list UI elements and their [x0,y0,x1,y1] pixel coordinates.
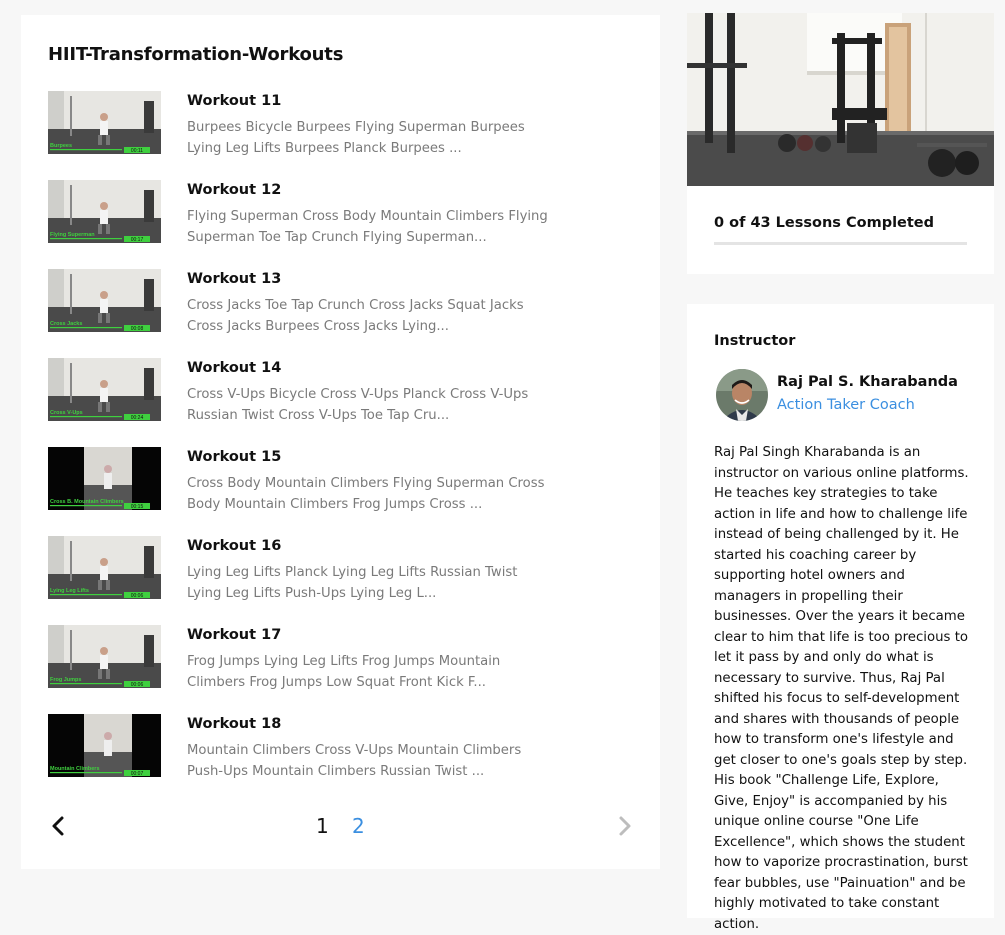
lesson-description: Cross Body Mountain Climbers Flying Supe… [187,476,545,512]
pagination-prev-button[interactable] [48,815,68,837]
pagination-next-button[interactable] [615,815,635,837]
chevron-left-icon [52,816,64,836]
thumbnail-label: Cross V-Ups [50,410,83,416]
thumbnail-duration: 00:06 [131,593,144,599]
thumbnail-duration: 00:08 [131,326,144,332]
lesson-title[interactable]: Workout 16 [187,538,281,554]
lesson-thumbnail[interactable]: Flying Superman 00:17 [48,180,161,243]
lesson-item[interactable]: Cross Jacks 00:08 Workout 13 Cross Jacks To… [48,269,628,358]
lesson-item[interactable]: Burpees 00:11 Workout 11 Burpees Bicycle Bu… [48,91,628,180]
course-title: HIIT-Transformation-Workouts [48,44,344,65]
instructor-name: Raj Pal S. Kharabanda [777,374,958,390]
lesson-description: Cross V-Ups Bicycle Cross V-Ups Planck C… [187,387,529,423]
instructor-avatar [716,369,768,421]
lesson-description: Cross Jacks Toe Tap Crunch Cross Jacks S… [187,298,524,334]
lesson-item[interactable]: Frog Jumps 00:06 Workout 17 Frog Jumps Lyin… [48,625,628,714]
lesson-title[interactable]: Workout 15 [187,449,281,465]
lesson-item[interactable]: Mountain Climbers 00:07 Workout 18 Mountain… [48,714,628,803]
lessons-card: HIIT-Transformation-Workouts Burpees 00:1… [21,15,660,869]
pagination-page-2[interactable]: 2 [352,814,365,838]
lesson-item[interactable]: Flying Superman 00:17 Workout 12 Flying Sup… [48,180,628,269]
instructor-heading: Instructor [714,333,796,349]
thumbnail-duration: 00:17 [131,237,144,243]
lesson-item[interactable]: Cross B. Mountain Climbers 00:15 Workout 1… [48,447,628,536]
lesson-thumbnail[interactable]: Frog Jumps 00:06 [48,625,161,688]
lesson-title[interactable]: Workout 18 [187,716,281,732]
chevron-right-icon [619,816,631,836]
progress-text: 0 of 43 Lessons Completed [714,215,935,231]
lesson-description: Mountain Climbers Cross V-Ups Mountain C… [187,743,522,779]
thumbnail-duration: 00:11 [131,148,143,154]
lesson-thumbnail[interactable]: Mountain Climbers 00:07 [48,714,161,777]
lesson-title[interactable]: Workout 17 [187,627,281,643]
thumbnail-label: Lying Leg Lifts [50,588,89,594]
thumbnail-label: Burpees [50,143,72,149]
lesson-thumbnail[interactable]: Lying Leg Lifts 00:06 [48,536,161,599]
thumbnail-label: Frog Jumps [50,677,81,683]
lesson-thumbnail[interactable]: Burpees 00:11 [48,91,161,154]
progress-card: 0 of 43 Lessons Completed [687,13,994,274]
lesson-description: Burpees Bicycle Burpees Flying Superman … [187,120,525,156]
thumbnail-duration: 00:06 [131,682,144,688]
thumbnail-label: Cross Jacks [50,321,82,327]
course-cover-image [687,13,994,186]
lesson-description: Frog Jumps Lying Leg Lifts Frog Jumps Mo… [187,654,501,690]
thumbnail-duration: 00:15 [131,504,144,510]
lesson-thumbnail[interactable]: Cross B. Mountain Climbers 00:15 [48,447,161,510]
lesson-title[interactable]: Workout 14 [187,360,281,376]
pagination-page-1[interactable]: 1 [316,814,329,838]
thumbnail-label: Cross B. Mountain Climbers [50,499,124,505]
thumbnail-duration: 00:24 [131,415,144,421]
lesson-description: Lying Leg Lifts Planck Lying Leg Lifts R… [187,565,518,601]
lesson-title[interactable]: Workout 12 [187,182,281,198]
lesson-thumbnail[interactable]: Cross V-Ups 00:24 [48,358,161,421]
lesson-thumbnail[interactable]: Cross Jacks 00:08 [48,269,161,332]
lesson-description: Flying Superman Cross Body Mountain Clim… [187,209,548,245]
thumbnail-label: Flying Superman [50,232,95,238]
instructor-bio: Raj Pal Singh Kharabanda is an instructo… [714,445,969,932]
thumbnail-label: Mountain Climbers [50,766,100,772]
lesson-title[interactable]: Workout 13 [187,271,281,287]
lesson-title[interactable]: Workout 11 [187,93,281,109]
progress-bar [714,242,967,245]
lesson-list: Burpees 00:11 Workout 11 Burpees Bicycle Bu… [48,91,628,803]
instructor-role-link[interactable]: Action Taker Coach [777,397,915,413]
thumbnail-duration: 00:07 [131,771,144,777]
instructor-card: Instructor Raj Pal S. Kharabanda Action … [687,304,994,932]
lesson-item[interactable]: Lying Leg Lifts 00:06 Workout 16 Lying Leg … [48,536,628,625]
lesson-item[interactable]: Cross V-Ups 00:24 Workout 14 Cross V-Ups Bi… [48,358,628,447]
